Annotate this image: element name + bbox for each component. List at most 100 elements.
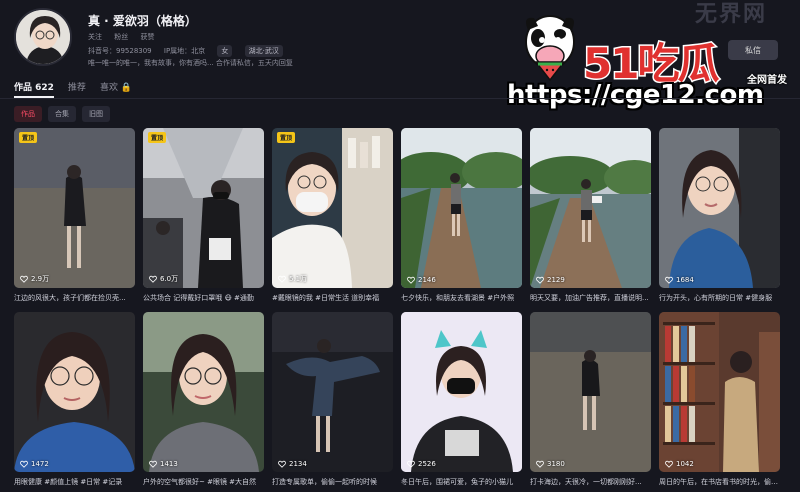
- video-thumbnail[interactable]: 1413: [143, 312, 264, 472]
- video-thumbnail[interactable]: 置顶 5.1万: [272, 128, 393, 288]
- heart-icon: [278, 460, 286, 468]
- video-card[interactable]: 置顶 5.1万 #戴眼镜的我 #日常生活 道别幸福: [272, 128, 393, 303]
- filter-collections[interactable]: 合集: [48, 106, 76, 122]
- filter-works[interactable]: 作品: [14, 106, 42, 122]
- like-count-value: 6.0万: [160, 275, 179, 283]
- video-thumbnail[interactable]: 2129: [530, 128, 651, 288]
- like-count-value: 1042: [676, 460, 694, 468]
- like-count: 6.0万: [149, 274, 178, 284]
- like-count-value: 2134: [289, 460, 307, 468]
- tab-works[interactable]: 作品 622: [14, 80, 54, 98]
- heart-icon: [20, 275, 28, 283]
- video-card[interactable]: 2129 明天又要，加油广告推荐，直播说明...: [530, 128, 651, 303]
- tab-divider: [0, 98, 800, 99]
- profile-bio: 唯一唯一的唯一，我有故事，你有酒吗... 合作请私信，五天内回复: [88, 59, 293, 67]
- video-card[interactable]: 2146 七夕快乐，和朋友去看湖景 #户外照: [401, 128, 522, 303]
- video-caption[interactable]: 打卡海边，天很冷，一切都刚刚好...: [530, 477, 651, 487]
- like-count: 2526: [407, 460, 436, 468]
- video-card[interactable]: 置顶 6.0万 公共场合 记得戴好口罩哦 😷 #通勤: [143, 128, 264, 303]
- video-thumbnail[interactable]: 置顶 6.0万: [143, 128, 264, 288]
- video-caption[interactable]: 公共场合 记得戴好口罩哦 😷 #通勤: [143, 293, 264, 303]
- like-count-value: 5.1万: [289, 275, 308, 283]
- avatar[interactable]: [14, 8, 72, 66]
- video-caption[interactable]: 冬日午后，围裙可爱，兔子的小猫儿: [401, 477, 522, 487]
- video-caption[interactable]: 周日的午后，在书店看书的时光，偷得...: [659, 477, 780, 487]
- video-thumbnail[interactable]: 1472: [14, 312, 135, 472]
- like-count-value: 2146: [418, 276, 436, 284]
- video-caption[interactable]: 明天又要，加油广告推荐，直播说明...: [530, 293, 651, 303]
- video-card[interactable]: 1413 户外的空气都很好~ #眼镜 #大自然: [143, 312, 264, 487]
- pinned-badge: 置顶: [148, 132, 167, 143]
- cow-mascot-icon: [525, 15, 575, 82]
- following-label[interactable]: 关注: [88, 33, 102, 41]
- video-thumbnail[interactable]: 1042: [659, 312, 780, 472]
- account-id: 抖音号：99528309: [88, 47, 152, 55]
- ip-location: IP属地：北京: [163, 47, 206, 55]
- video-card[interactable]: 2526 冬日午后，围裙可爱，兔子的小猫儿: [401, 312, 522, 487]
- content-tabs: 作品 622 推荐 喜欢 🔒: [14, 80, 132, 98]
- heart-icon: [536, 460, 544, 468]
- tab-recommended[interactable]: 推荐: [68, 80, 86, 98]
- video-thumbnail[interactable]: 置顶 2.9万: [14, 128, 135, 288]
- like-count: 3180: [536, 460, 565, 468]
- watermark-url: https://cge12.com: [507, 80, 764, 110]
- video-card[interactable]: 1684 行为开头，心有所期的日常 #健身服: [659, 128, 780, 303]
- like-count: 1684: [665, 276, 694, 284]
- video-caption[interactable]: 行为开头，心有所期的日常 #健身服: [659, 293, 780, 303]
- filter-old-photos[interactable]: 旧图: [82, 106, 110, 122]
- profile-name: 真 · 爱欲羽（格格）: [88, 14, 197, 28]
- likes-label: 获赞: [140, 33, 155, 41]
- gender-tag: 女: [217, 45, 233, 57]
- followers-label[interactable]: 粉丝: [114, 33, 128, 41]
- heart-icon: [149, 460, 157, 468]
- heart-icon: [536, 276, 544, 284]
- like-count: 2129: [536, 276, 565, 284]
- like-count-value: 1684: [676, 276, 694, 284]
- like-count: 2146: [407, 276, 436, 284]
- video-caption[interactable]: 户外的空气都很好~ #眼镜 #大自然: [143, 477, 264, 487]
- location-tag: 湖北·武汉: [244, 45, 283, 57]
- video-card[interactable]: 置顶 2.9万 江边的风很大，孩子们都在捡贝壳...: [14, 128, 135, 303]
- video-caption[interactable]: #戴眼镜的我 #日常生活 道别幸福: [272, 293, 393, 303]
- profile-meta: 抖音号：99528309 IP属地：北京 女 湖北·武汉: [88, 45, 293, 57]
- video-card[interactable]: 2134 打造专属歌单，偷偷一起听的时候: [272, 312, 393, 487]
- tab-liked[interactable]: 喜欢 🔒: [100, 80, 132, 98]
- heart-icon: [407, 276, 415, 284]
- video-thumbnail[interactable]: 3180: [530, 312, 651, 472]
- like-count: 1472: [20, 460, 49, 468]
- heart-icon: [149, 275, 157, 283]
- video-thumbnail[interactable]: 2146: [401, 128, 522, 288]
- like-count: 1413: [149, 460, 178, 468]
- pinned-badge: 置顶: [19, 132, 38, 143]
- like-count: 2.9万: [20, 274, 49, 284]
- like-count-value: 2526: [418, 460, 436, 468]
- like-count-value: 2129: [547, 276, 565, 284]
- video-card[interactable]: 1472 用眼健康 #颜值上镜 #日常 #记录: [14, 312, 135, 487]
- video-caption[interactable]: 江边的风很大，孩子们都在捡贝壳...: [14, 293, 135, 303]
- pinned-badge: 置顶: [277, 132, 296, 143]
- heart-icon: [407, 460, 415, 468]
- profile-stats: 关注 粉丝 获赞: [88, 32, 164, 42]
- like-count-value: 2.9万: [31, 275, 50, 283]
- profile-header: 真 · 爱欲羽（格格） 关注 粉丝 获赞 抖音号：99528309 IP属地：北…: [14, 8, 514, 68]
- video-card[interactable]: 3180 打卡海边，天很冷，一切都刚刚好...: [530, 312, 651, 487]
- filter-chips: 作品 合集 旧图: [14, 106, 110, 122]
- like-count-value: 3180: [547, 460, 565, 468]
- like-count: 1042: [665, 460, 694, 468]
- like-count: 2134: [278, 460, 307, 468]
- video-caption[interactable]: 打造专属歌单，偷偷一起听的时候: [272, 477, 393, 487]
- like-count: 5.1万: [278, 274, 307, 284]
- site-watermark: 51吃瓜 全网首发 https://cge12.com: [505, 8, 795, 116]
- video-caption[interactable]: 七夕快乐，和朋友去看湖景 #户外照: [401, 293, 522, 303]
- heart-icon: [278, 275, 286, 283]
- video-caption[interactable]: 用眼健康 #颜值上镜 #日常 #记录: [14, 477, 135, 487]
- heart-icon: [665, 276, 673, 284]
- like-count-value: 1413: [160, 460, 178, 468]
- video-thumbnail[interactable]: 2134: [272, 312, 393, 472]
- video-card[interactable]: 1042 周日的午后，在书店看书的时光，偷得...: [659, 312, 780, 487]
- heart-icon: [665, 460, 673, 468]
- video-thumbnail[interactable]: 1684: [659, 128, 780, 288]
- like-count-value: 1472: [31, 460, 49, 468]
- message-button[interactable]: 私信: [728, 40, 778, 60]
- video-thumbnail[interactable]: 2526: [401, 312, 522, 472]
